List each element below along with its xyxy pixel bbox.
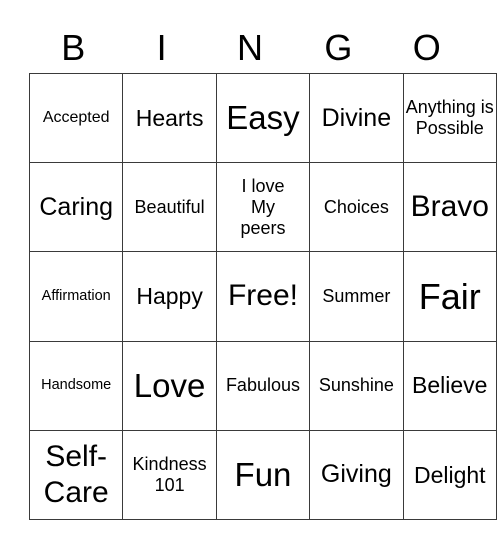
- bingo-cell[interactable]: Handsome: [28, 340, 124, 431]
- bingo-cell[interactable]: Fabulous: [215, 340, 311, 431]
- bingo-cell[interactable]: Divine: [309, 72, 404, 164]
- bingo-cell[interactable]: Sunshine: [309, 340, 404, 431]
- bingo-cell[interactable]: Hearts: [122, 72, 217, 164]
- bingo-cell[interactable]: Believe: [402, 340, 497, 431]
- header-letter-g: G: [324, 27, 353, 68]
- bingo-cell[interactable]: Anything is Possible: [402, 72, 497, 164]
- bingo-cell[interactable]: Delight: [402, 429, 497, 520]
- bingo-cell[interactable]: Accepted: [28, 72, 124, 164]
- bingo-cell[interactable]: Free!: [215, 251, 311, 342]
- bingo-cell[interactable]: Bravo: [402, 162, 497, 253]
- bingo-cell[interactable]: Fair: [402, 251, 497, 342]
- bingo-card-grid: Accepted Hearts Easy Divine Anything is …: [28, 72, 497, 520]
- header-letter-i: I: [156, 27, 167, 68]
- grid-row: Affirmation Happy Free! Summer Fair: [28, 251, 497, 342]
- grid-row: Caring Beautiful I love My peers Choices…: [28, 162, 497, 253]
- grid-row: Accepted Hearts Easy Divine Anything is …: [28, 72, 497, 164]
- header-letter-o: O: [412, 27, 441, 68]
- bingo-cell[interactable]: Summer: [309, 251, 404, 342]
- bingo-cell[interactable]: Beautiful: [122, 162, 217, 253]
- grid-row: Handsome Love Fabulous Sunshine Believe: [28, 340, 497, 431]
- bingo-cell[interactable]: Self-Care: [28, 429, 124, 520]
- bingo-cell[interactable]: Choices: [309, 162, 404, 253]
- bingo-header: B I N G O: [29, 25, 471, 71]
- bingo-cell[interactable]: Fun: [215, 429, 311, 520]
- bingo-cell[interactable]: Happy: [122, 251, 217, 342]
- bingo-cell[interactable]: Caring: [28, 162, 124, 253]
- bingo-cell[interactable]: Kindness 101: [122, 429, 217, 520]
- bingo-cell[interactable]: I love My peers: [215, 162, 311, 253]
- bingo-cell[interactable]: Love: [122, 340, 217, 431]
- grid-row: Self-Care Kindness 101 Fun Giving Deligh…: [28, 429, 497, 520]
- bingo-cell[interactable]: Easy: [215, 72, 311, 164]
- header-letter-b: B: [61, 27, 86, 68]
- bingo-cell[interactable]: Affirmation: [28, 251, 124, 342]
- header-letter-n: N: [236, 27, 263, 68]
- bingo-cell[interactable]: Giving: [309, 429, 404, 520]
